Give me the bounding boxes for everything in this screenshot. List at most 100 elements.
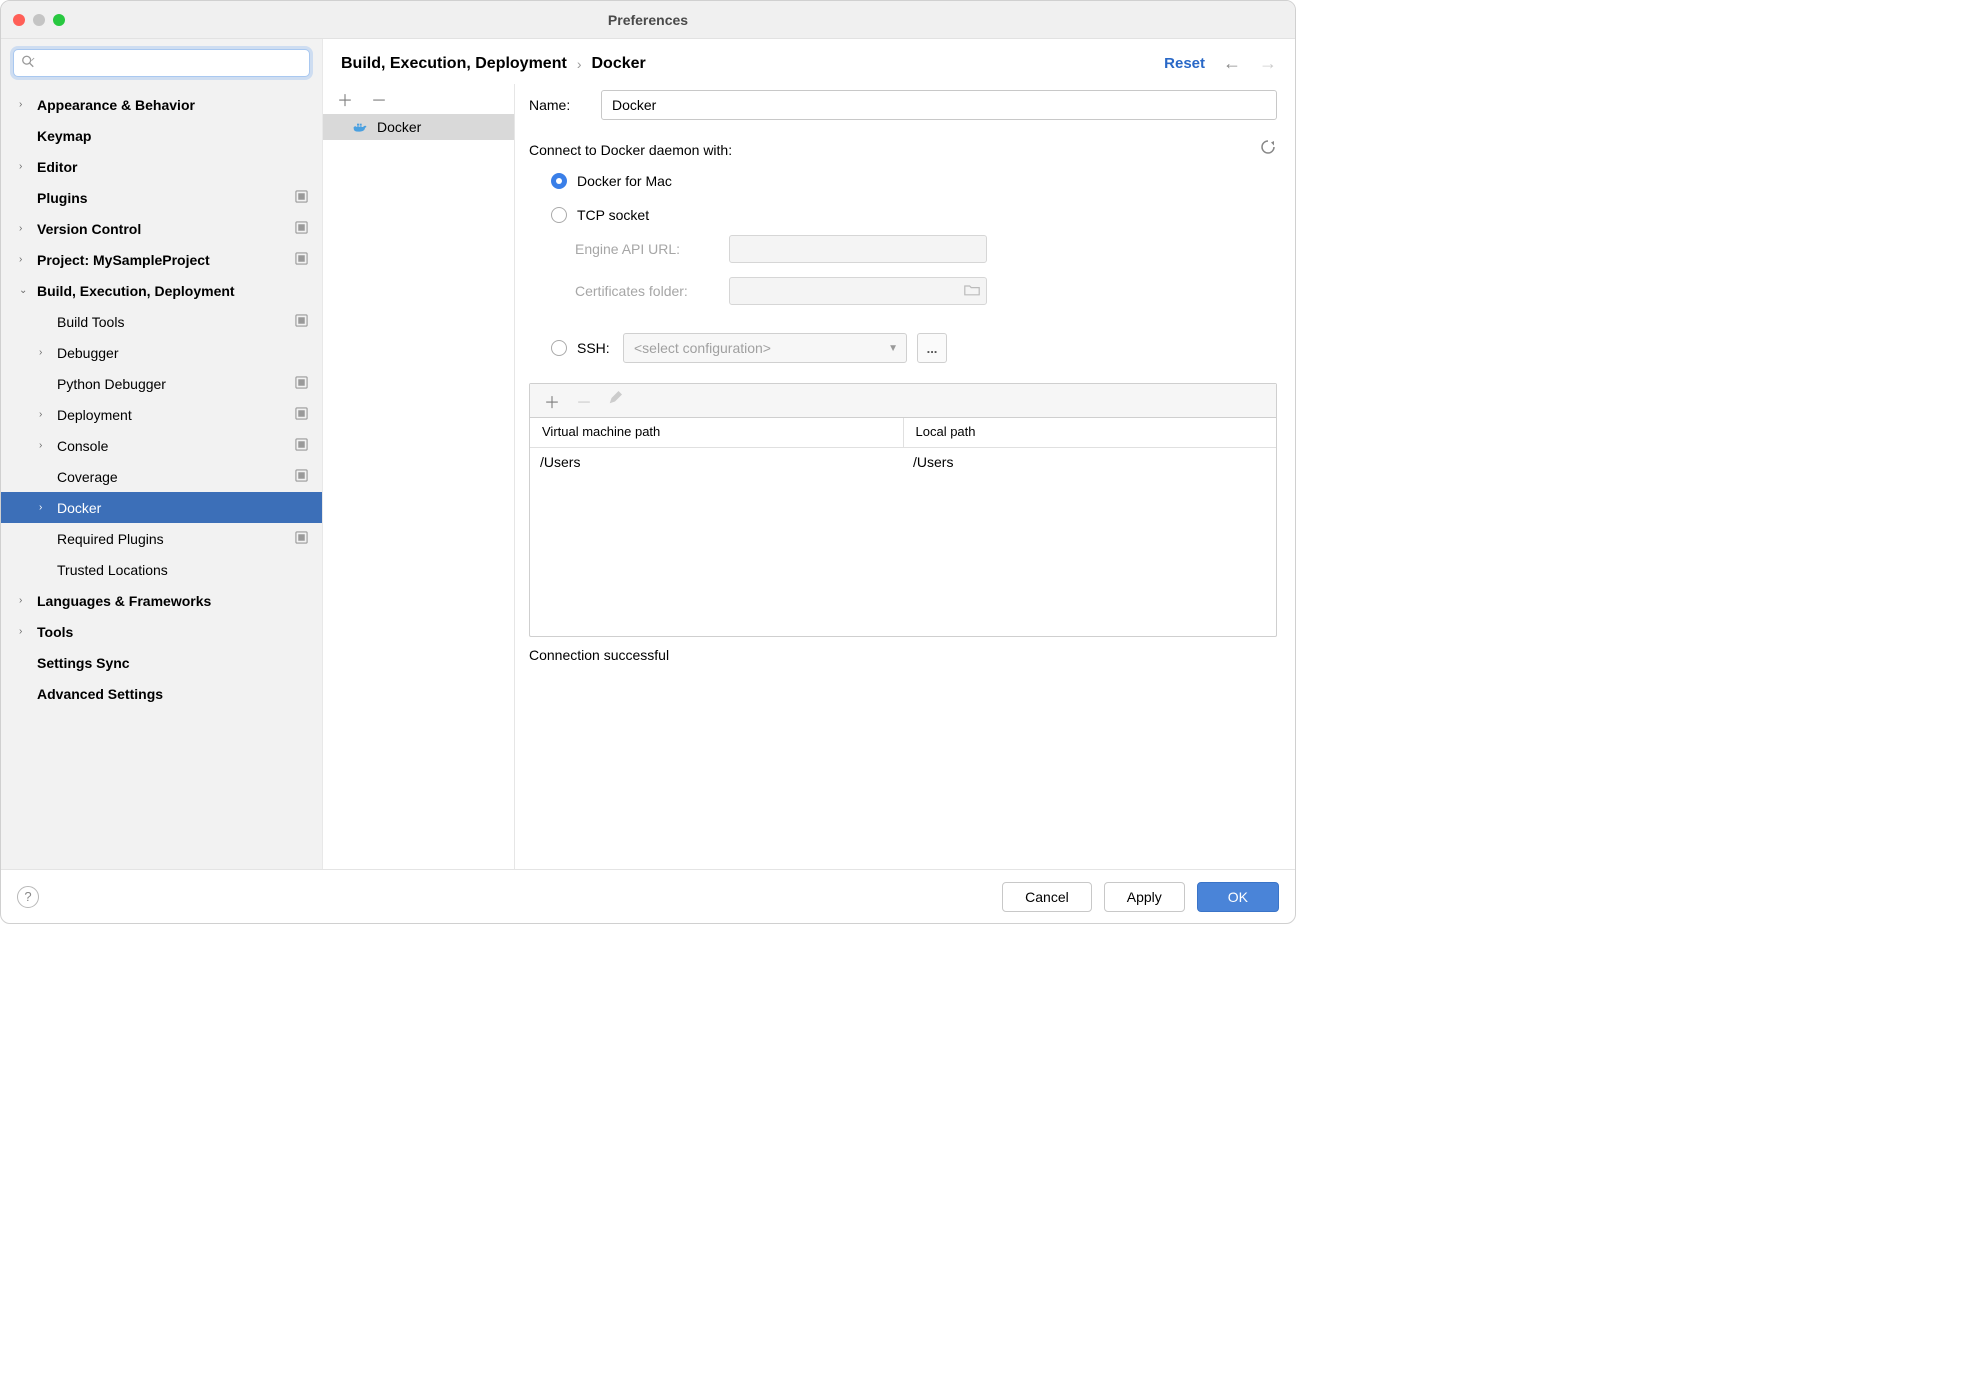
name-input[interactable] — [601, 90, 1277, 120]
project-settings-icon — [295, 438, 308, 454]
sidebar-item-version-control[interactable]: ›Version Control — [1, 213, 322, 244]
docker-config-list: ＋ － Doc — [323, 84, 515, 869]
radio-input[interactable] — [551, 207, 567, 223]
sidebar-item-label: Advanced Settings — [37, 686, 163, 702]
config-item-docker[interactable]: Docker — [323, 114, 514, 140]
search-input[interactable] — [13, 49, 310, 77]
breadcrumb-root: Build, Execution, Deployment — [341, 55, 567, 73]
sidebar-item-appearance-behavior[interactable]: › Appearance & Behavior — [1, 89, 322, 120]
sidebar-item-docker[interactable]: › Docker — [1, 492, 322, 523]
chevron-icon: › — [19, 223, 33, 234]
chevron-icon: › — [19, 254, 33, 265]
ok-button[interactable]: OK — [1197, 882, 1279, 912]
ssh-config-browse-button[interactable]: ... — [917, 333, 947, 363]
add-icon[interactable]: ＋ — [337, 87, 353, 111]
sidebar-item-required-plugins[interactable]: Required Plugins — [1, 523, 322, 554]
engine-api-url-label: Engine API URL: — [575, 241, 717, 257]
radio-input[interactable] — [551, 173, 567, 189]
engine-api-url-input — [729, 235, 987, 263]
sidebar-item-advanced-settings[interactable]: Advanced Settings — [1, 678, 322, 709]
sidebar-item-label: Plugins — [37, 190, 88, 206]
project-settings-icon — [295, 531, 308, 547]
refresh-icon[interactable] — [1259, 138, 1277, 161]
radio-input[interactable] — [551, 340, 567, 356]
radio-tcp-socket[interactable]: TCP socket — [529, 207, 1277, 223]
sidebar-item-label: Debugger — [57, 345, 119, 361]
sidebar-item-label: Build, Execution, Deployment — [37, 283, 235, 299]
reset-link[interactable]: Reset — [1164, 55, 1205, 72]
connect-label: Connect to Docker daemon with: — [529, 142, 732, 158]
window-minimize-button[interactable] — [33, 14, 45, 26]
sidebar-item-plugins[interactable]: Plugins — [1, 182, 322, 213]
ssh-select-placeholder: <select configuration> — [634, 340, 771, 356]
chevron-icon: › — [39, 347, 53, 358]
sidebar-item-settings-sync[interactable]: Settings Sync — [1, 647, 322, 678]
chevron-down-icon: ▼ — [888, 343, 898, 354]
sidebar-item-label: Required Plugins — [57, 531, 164, 547]
window-title: Preferences — [608, 12, 688, 28]
radio-docker-for-mac[interactable]: Docker for Mac — [529, 173, 1277, 189]
vm-path-cell: /Users — [530, 448, 903, 476]
sidebar-item-deployment[interactable]: › Deployment — [1, 399, 322, 430]
chevron-icon: › — [19, 626, 33, 637]
sidebar-item-label: Settings Sync — [37, 655, 130, 671]
sidebar-item-debugger[interactable]: › Debugger — [1, 337, 322, 368]
connection-status: Connection successful — [529, 647, 1277, 663]
path-mappings-table: ＋ － Virtual machine path Local path — [529, 383, 1277, 637]
sidebar-item-label: Coverage — [57, 469, 118, 485]
chevron-icon: › — [39, 502, 53, 513]
sidebar-item-label: Tools — [37, 624, 73, 640]
table-row[interactable]: /Users /Users — [530, 448, 1276, 476]
chevron-icon: › — [39, 440, 53, 451]
sidebar-item-keymap[interactable]: Keymap — [1, 120, 322, 151]
ssh-config-select[interactable]: <select configuration> ▼ — [623, 333, 907, 363]
back-button[interactable]: ← — [1223, 53, 1241, 74]
sidebar-item-label: Appearance & Behavior — [37, 97, 195, 113]
dialog-footer: ? Cancel Apply OK — [1, 869, 1295, 923]
window-maximize-button[interactable] — [53, 14, 65, 26]
radio-label: TCP socket — [577, 207, 649, 223]
chevron-icon: › — [39, 409, 53, 420]
chevron-icon: › — [19, 595, 33, 606]
cancel-button[interactable]: Cancel — [1002, 882, 1092, 912]
window-close-button[interactable] — [13, 14, 25, 26]
breadcrumb-separator: › — [577, 56, 582, 72]
sidebar-item-build-tools[interactable]: Build Tools — [1, 306, 322, 337]
help-button[interactable]: ? — [17, 886, 39, 908]
sidebar-item-label: Deployment — [57, 407, 132, 423]
sidebar-item-editor[interactable]: › Editor — [1, 151, 322, 182]
sidebar-item-label: Console — [57, 438, 108, 454]
sidebar-item-console[interactable]: › Console — [1, 430, 322, 461]
add-icon[interactable]: ＋ — [544, 389, 560, 413]
breadcrumb-leaf: Docker — [591, 55, 645, 73]
local-path-cell: /Users — [903, 448, 1276, 476]
ellipsis-label: ... — [927, 341, 938, 356]
sidebar-item-tools[interactable]: › Tools — [1, 616, 322, 647]
remove-icon: － — [576, 389, 592, 413]
sidebar-item-project-mysampleproject[interactable]: › Project: MySampleProject — [1, 244, 322, 275]
sidebar-item-label: Editor — [37, 159, 77, 175]
project-settings-icon — [295, 407, 308, 423]
column-header-local-path[interactable]: Local path — [904, 418, 1277, 447]
sidebar-item-python-debugger[interactable]: Python Debugger — [1, 368, 322, 399]
chevron-icon: ⌄ — [19, 285, 33, 296]
sidebar-item-label: Docker — [57, 500, 101, 516]
radio-ssh[interactable]: SSH: <select configuration> ▼ ... — [529, 333, 1277, 363]
sidebar-item-trusted-locations[interactable]: Trusted Locations — [1, 554, 322, 585]
chevron-icon: › — [19, 161, 33, 172]
name-label: Name: — [529, 97, 587, 113]
remove-icon[interactable]: － — [371, 87, 387, 111]
sidebar-item-coverage[interactable]: Coverage — [1, 461, 322, 492]
certificates-folder-label: Certificates folder: — [575, 283, 717, 299]
column-header-vm-path[interactable]: Virtual machine path — [530, 418, 904, 447]
sidebar-item-build-execution-deployment[interactable]: ⌄ Build, Execution, Deployment — [1, 275, 322, 306]
sidebar-item-languages-frameworks[interactable]: ›Languages & Frameworks — [1, 585, 322, 616]
sidebar-item-label: Project: MySampleProject — [37, 252, 210, 268]
radio-label: SSH: — [577, 340, 613, 356]
sidebar-item-label: Build Tools — [57, 314, 124, 330]
project-settings-icon — [295, 314, 308, 330]
chevron-icon: › — [19, 99, 33, 110]
settings-tree: › Appearance & Behavior Keymap › Editor Plugi… — [1, 85, 322, 869]
sidebar-item-label: Keymap — [37, 128, 91, 144]
apply-button[interactable]: Apply — [1104, 882, 1185, 912]
